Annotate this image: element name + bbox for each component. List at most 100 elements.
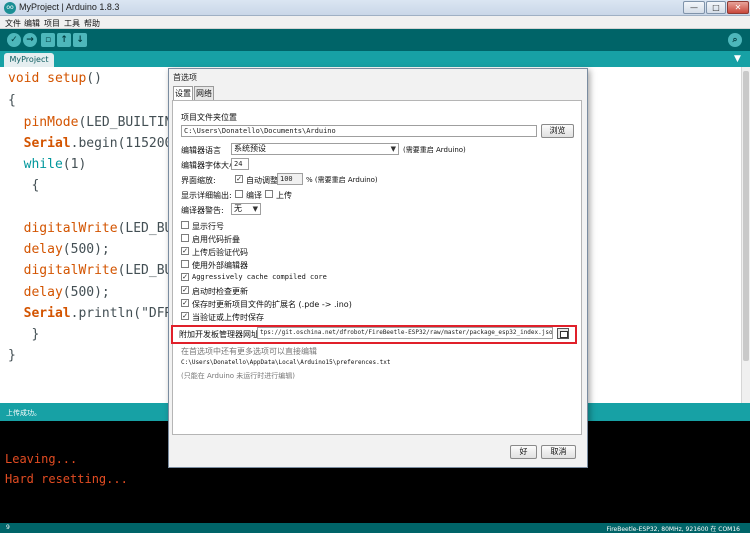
code-token: digitalWrite bbox=[8, 263, 118, 278]
menu-tools[interactable]: 工具 bbox=[64, 18, 80, 29]
option-label: 启动时检查更新 bbox=[192, 287, 248, 296]
minimize-button[interactable]: — bbox=[683, 1, 705, 14]
chevron-down-icon: ▼ bbox=[390, 145, 396, 153]
code-token: while bbox=[8, 157, 63, 172]
code-token: setup bbox=[39, 71, 87, 86]
option-checkbox[interactable] bbox=[181, 260, 189, 268]
code-token: delay bbox=[8, 285, 63, 300]
code-line: digitalWrite(LED_BUI bbox=[8, 263, 181, 278]
option-label: 使用外部编辑器 bbox=[192, 261, 248, 270]
option-label: Aggressively cache compiled core bbox=[192, 273, 327, 281]
cancel-button[interactable]: 取消 bbox=[541, 445, 576, 459]
language-label: 编辑器语言 bbox=[181, 146, 221, 155]
scale-note: % (需要重启 Arduino) bbox=[306, 176, 378, 184]
warnings-label: 编译器警告: bbox=[181, 206, 224, 215]
open-sketch-icon[interactable]: ↑ bbox=[57, 33, 71, 47]
code-line: void setup() bbox=[8, 71, 102, 86]
new-sketch-icon[interactable]: ▫ bbox=[41, 33, 55, 47]
option-checkbox[interactable] bbox=[181, 234, 189, 242]
scale-value-field[interactable]: 100 bbox=[277, 173, 303, 185]
status-message: 上传成功。 bbox=[6, 409, 41, 417]
code-line: while(1) bbox=[8, 157, 87, 172]
menu-sketch[interactable]: 项目 bbox=[44, 18, 60, 29]
code-line: Serial.println("DFRo bbox=[8, 306, 181, 321]
scrollbar-thumb[interactable] bbox=[743, 71, 749, 361]
code-token: delay bbox=[8, 242, 63, 257]
console-line: Hard resetting... bbox=[5, 472, 128, 486]
browse-button[interactable]: 浏览 bbox=[541, 124, 574, 138]
code-token: Serial bbox=[8, 306, 71, 321]
font-size-label: 编辑器字体大小 bbox=[181, 161, 237, 170]
tab-settings[interactable]: 设置 bbox=[173, 86, 193, 101]
toolbar: ✓ → ▫ ↑ ↓ ⌕ bbox=[0, 29, 750, 51]
option-checkbox[interactable] bbox=[181, 221, 189, 229]
option-label: 上传后验证代码 bbox=[192, 248, 248, 257]
tab-myproject[interactable]: MyProject bbox=[4, 53, 54, 67]
option-checkbox[interactable]: ✓ bbox=[181, 247, 189, 255]
option-label: 保存时更新项目文件的扩展名 (.pde -> .ino) bbox=[192, 300, 352, 309]
window-title: MyProject | Arduino 1.8.3 bbox=[19, 2, 120, 12]
option-label: 当验证或上传时保存 bbox=[192, 313, 264, 322]
verbose-compile-checkbox[interactable] bbox=[235, 190, 243, 198]
menu-file[interactable]: 文件 bbox=[5, 18, 21, 29]
close-button[interactable]: ✕ bbox=[727, 1, 749, 14]
option-checkbox[interactable]: ✓ bbox=[181, 299, 189, 307]
ok-button[interactable]: 好 bbox=[510, 445, 537, 459]
language-select[interactable]: 系统预设 ▼ bbox=[231, 143, 399, 155]
warnings-select[interactable]: 无 ▼ bbox=[231, 203, 261, 215]
option-checkbox[interactable]: ✓ bbox=[181, 312, 189, 320]
bottom-bar: 9 FireBeetle-ESP32, 80MHz, 921600 在 COM1… bbox=[0, 523, 750, 533]
tab-menu-icon[interactable]: ▼ bbox=[734, 54, 741, 64]
highlight-box bbox=[171, 325, 577, 344]
prefs-edit-note: (只能在 Arduino 未运行时进行编辑) bbox=[181, 372, 295, 380]
dialog-title: 首选项 bbox=[173, 73, 197, 82]
code-line: digitalWrite(LED_BUI bbox=[8, 221, 181, 236]
title-bar: oo MyProject | Arduino 1.8.3 — □ ✕ bbox=[0, 0, 750, 16]
tab-network[interactable]: 网络 bbox=[194, 86, 214, 100]
preferences-dialog: 首选项 设置 网络 项目文件夹位置 C:\Users\Donatello\Doc… bbox=[168, 68, 588, 468]
menu-help[interactable]: 帮助 bbox=[84, 18, 100, 29]
editor-scrollbar[interactable] bbox=[741, 67, 750, 403]
code-token: Serial bbox=[8, 136, 71, 151]
code-line: Serial.begin(115200); bbox=[8, 136, 188, 151]
option-label: 显示行号 bbox=[192, 222, 224, 231]
verify-icon[interactable]: ✓ bbox=[7, 33, 21, 47]
prefs-file-path[interactable]: C:\Users\Donatello\AppData\Local\Arduino… bbox=[181, 359, 391, 366]
code-line: } bbox=[8, 348, 16, 363]
code-token: (1) bbox=[62, 157, 87, 172]
serial-monitor-icon[interactable]: ⌕ bbox=[728, 33, 742, 47]
verbose-upload-checkbox[interactable] bbox=[265, 190, 273, 198]
menu-bar: 文件 编辑 项目 工具 帮助 bbox=[0, 16, 750, 29]
code-token: void bbox=[8, 71, 40, 86]
sketchbook-path-field[interactable]: C:\Users\Donatello\Documents\Arduino bbox=[181, 125, 537, 137]
code-token: (500); bbox=[62, 285, 110, 300]
chevron-down-icon: ▼ bbox=[252, 205, 258, 213]
scale-auto-label: 自动调整 bbox=[246, 176, 278, 185]
more-prefs-note: 在首选项中还有更多选项可以直接编辑 bbox=[181, 347, 317, 356]
warnings-value: 无 bbox=[234, 204, 242, 213]
code-line: delay(500); bbox=[8, 242, 110, 257]
arduino-logo-icon: oo bbox=[4, 2, 16, 14]
menu-edit[interactable]: 编辑 bbox=[24, 18, 40, 29]
language-value: 系统预设 bbox=[234, 144, 266, 153]
font-size-field[interactable]: 24 bbox=[231, 158, 249, 170]
language-note: (需要重启 Arduino) bbox=[403, 146, 466, 154]
verbose-label: 显示详细输出: bbox=[181, 191, 232, 200]
code-line: { bbox=[8, 93, 16, 108]
option-checkbox[interactable]: ✓ bbox=[181, 273, 189, 281]
code-line: { bbox=[8, 178, 40, 193]
option-checkbox[interactable]: ✓ bbox=[181, 286, 189, 294]
option-label: 启用代码折叠 bbox=[192, 235, 240, 244]
upload-icon[interactable]: → bbox=[23, 33, 37, 47]
scale-auto-checkbox[interactable]: ✓ bbox=[235, 175, 243, 183]
code-token: () bbox=[86, 71, 102, 86]
maximize-button[interactable]: □ bbox=[706, 1, 726, 14]
verbose-upload-label: 上传 bbox=[276, 191, 292, 200]
save-sketch-icon[interactable]: ↓ bbox=[73, 33, 87, 47]
code-line: pinMode(LED_BUILTIN, bbox=[8, 115, 181, 130]
code-token: pinMode bbox=[8, 115, 79, 130]
code-token: digitalWrite bbox=[8, 221, 118, 236]
verbose-compile-label: 编译 bbox=[246, 191, 262, 200]
sketchbook-label: 项目文件夹位置 bbox=[181, 113, 237, 122]
code-token: .println("DFRo bbox=[70, 306, 181, 321]
